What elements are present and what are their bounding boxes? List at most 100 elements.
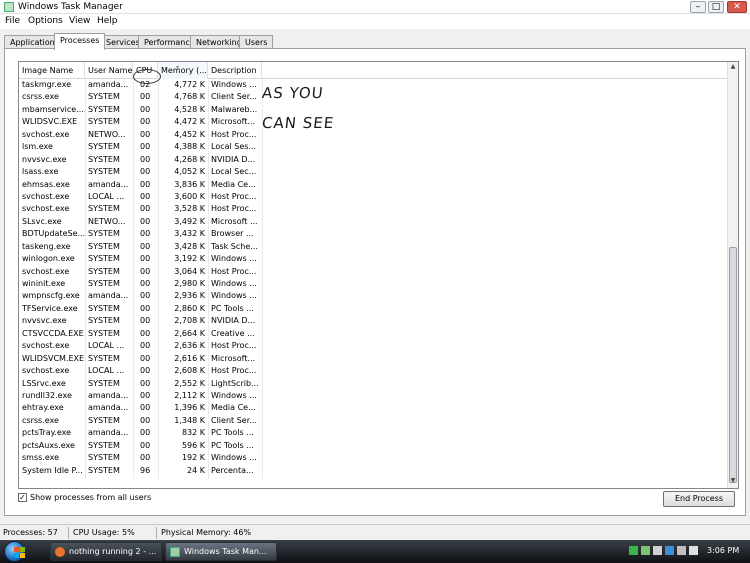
table-row[interactable]: WLIDSVCM.EXE SYSTEM 00 2,616 K Microsoft... (19, 353, 719, 365)
cell-image-name: rundll32.exe (22, 390, 72, 400)
menu-view[interactable]: View (69, 16, 90, 26)
title-bar[interactable]: Windows Task Manager – □ ✕ (0, 0, 750, 14)
table-row[interactable]: pctsAuxs.exe SYSTEM 00 596 K PC Tools ... (19, 440, 719, 452)
taskbar-clock[interactable]: 3:06 PM (707, 546, 739, 555)
table-row[interactable]: smss.exe SYSTEM 00 192 K Windows ... (19, 452, 719, 464)
cell-memory: 192 K (181, 453, 205, 463)
cell-cpu: 00 (140, 366, 151, 376)
table-row[interactable]: nvvsvc.exe SYSTEM 00 4,268 K NVIDIA D... (19, 154, 719, 166)
cell-image-name: ehtray.exe (22, 403, 64, 413)
cell-cpu: 00 (140, 303, 151, 313)
cell-description: LightScrib... (211, 378, 259, 388)
tab-users[interactable]: Users (239, 35, 274, 49)
table-row[interactable]: TFService.exe SYSTEM 00 2,860 K PC Tools ... (19, 303, 719, 315)
table-row[interactable]: lsass.exe SYSTEM 00 4,052 K Local Sec... (19, 166, 719, 178)
column-image-name[interactable]: Image Name (19, 62, 85, 79)
cell-memory: 3,836 K (174, 179, 205, 189)
cell-description: Windows ... (211, 390, 257, 400)
table-row[interactable]: svchost.exe SYSTEM 00 3,528 K Host Proc... (19, 203, 719, 215)
menu-options[interactable]: Options (28, 16, 63, 26)
network-connection-icon[interactable] (677, 546, 686, 555)
column-memory-label: Memory (... (161, 66, 207, 75)
cell-user-name: SYSTEM (88, 316, 120, 326)
table-row[interactable]: csrss.exe SYSTEM 00 1,348 K Client Ser... (19, 415, 719, 427)
cell-user-name: SYSTEM (88, 453, 120, 463)
cell-user-name: SYSTEM (88, 154, 120, 164)
cell-user-name: SYSTEM (88, 465, 120, 475)
table-row[interactable]: svchost.exe LOCAL ... 00 2,608 K Host Proc..… (19, 365, 719, 377)
safely-remove-tray-icon[interactable] (653, 546, 662, 555)
minimize-button[interactable]: – (690, 1, 706, 13)
taskbar-button-browser[interactable]: nothing running 2 - ... (50, 542, 162, 561)
table-row[interactable]: lsm.exe SYSTEM 00 4,388 K Local Ses... (19, 141, 719, 153)
table-row[interactable]: svchost.exe LOCAL ... 00 3,600 K Host Proc..… (19, 191, 719, 203)
status-divider (68, 527, 69, 539)
scroll-down-icon[interactable]: ▼ (728, 476, 738, 486)
cell-memory: 2,980 K (174, 279, 205, 288)
task-manager-tray-icon[interactable] (641, 546, 650, 555)
vertical-scrollbar[interactable]: ▲ ▼ (727, 62, 738, 488)
security-tray-icon[interactable] (665, 546, 674, 555)
maximize-button[interactable]: □ (708, 1, 724, 13)
cell-description: Creative ... (211, 328, 255, 338)
cell-description: Host Proc... (211, 204, 257, 214)
table-row[interactable]: svchost.exe SYSTEM 00 3,064 K Host Proc... (19, 266, 719, 278)
table-row[interactable]: rundll32.exe amanda... 00 2,112 K Windows ..… (19, 390, 719, 402)
table-row[interactable]: svchost.exe NETWO... 00 4,452 K Host Proc... (19, 129, 719, 141)
cell-description: Host Proc... (211, 191, 257, 201)
cell-memory: 3,428 K (174, 241, 205, 251)
volume-icon[interactable] (689, 546, 698, 555)
menu-file[interactable]: File (5, 16, 20, 26)
scroll-up-icon[interactable]: ▲ (728, 62, 738, 72)
table-row[interactable]: ehmsas.exe amanda... 00 3,836 K Media Ce... (19, 179, 719, 191)
column-user-name[interactable]: User Name (85, 62, 133, 79)
scroll-thumb[interactable] (729, 247, 737, 483)
table-row[interactable]: taskeng.exe SYSTEM 00 3,428 K Task Sche... (19, 241, 719, 253)
cell-image-name: svchost.exe (22, 129, 70, 139)
cell-user-name: SYSTEM (88, 303, 120, 313)
network-tray-icon[interactable] (629, 546, 638, 555)
table-row[interactable]: BDTUpdateSe... SYSTEM 00 3,432 K Browser ... (19, 228, 719, 240)
cell-description: Task Sche... (211, 241, 258, 251)
table-row[interactable]: winlogon.exe SYSTEM 00 3,192 K Windows ... (19, 253, 719, 265)
table-row[interactable]: SLsvc.exe NETWO... 00 3,492 K Microsoft ... (19, 216, 719, 228)
column-description[interactable]: Description (208, 62, 262, 79)
table-row[interactable]: nvvsvc.exe SYSTEM 00 2,708 K NVIDIA D... (19, 315, 719, 327)
cell-memory: 4,472 K (174, 117, 205, 127)
table-row[interactable]: wininit.exe SYSTEM 00 2,980 K Windows ... (19, 278, 719, 290)
table-row[interactable]: ehtray.exe amanda... 00 1,396 K Media Ce... (19, 402, 719, 414)
cell-image-name: taskeng.exe (22, 241, 71, 251)
cell-memory: 3,528 K (174, 204, 205, 214)
table-row[interactable]: WLIDSVC.EXE SYSTEM 00 4,472 K Microsoft... (19, 116, 719, 128)
cell-memory: 2,936 K (174, 291, 205, 301)
table-row[interactable]: mbamservice.... SYSTEM 00 4,528 K Malwareb..… (19, 104, 719, 116)
column-memory[interactable]: ▾ Memory (... (158, 62, 208, 79)
table-row[interactable]: wmpnscfg.exe amanda... 00 2,936 K Windows ..… (19, 290, 719, 302)
close-button[interactable]: ✕ (727, 1, 747, 13)
table-row[interactable]: svchost.exe LOCAL ... 00 2,636 K Host Proc..… (19, 340, 719, 352)
table-row[interactable]: CTSVCCDA.EXE SYSTEM 00 2,664 K Creative ... (19, 328, 719, 340)
cell-description: PC Tools ... (211, 428, 254, 438)
menu-help[interactable]: Help (97, 16, 118, 26)
table-row[interactable]: LSSrvc.exe SYSTEM 00 2,552 K LightScrib... (19, 378, 719, 390)
cell-image-name: ehmsas.exe (22, 179, 70, 189)
taskbar: nothing running 2 - ... Windows Task Man… (0, 540, 750, 563)
taskbar-button-task-manager[interactable]: Windows Task Man... (165, 542, 277, 561)
cell-description: Local Sec... (211, 167, 257, 177)
cell-user-name: SYSTEM (88, 104, 120, 114)
tab-processes[interactable]: Processes (54, 33, 106, 50)
cell-user-name: SYSTEM (88, 254, 120, 264)
table-row[interactable]: System Idle P... SYSTEM 96 24 K Percenta... (19, 465, 719, 477)
table-row[interactable]: csrss.exe SYSTEM 00 4,768 K Client Ser... (19, 91, 719, 103)
cell-cpu: 00 (140, 104, 151, 114)
end-process-button[interactable]: End Process (663, 491, 735, 507)
cell-image-name: smss.exe (22, 453, 60, 463)
firefox-icon (55, 547, 65, 557)
show-all-users-checkbox[interactable]: ✓ (18, 493, 27, 502)
process-list[interactable]: Image Name User Name CPU ▾ Memory (... D… (18, 61, 739, 489)
start-button[interactable] (4, 541, 25, 562)
cell-user-name: amanda... (88, 291, 129, 301)
table-row[interactable]: taskmgr.exe amanda... 02 4,772 K Windows ... (19, 79, 719, 91)
table-row[interactable]: pctsTray.exe amanda... 00 832 K PC Tools ... (19, 427, 719, 439)
cell-cpu: 00 (140, 378, 151, 388)
